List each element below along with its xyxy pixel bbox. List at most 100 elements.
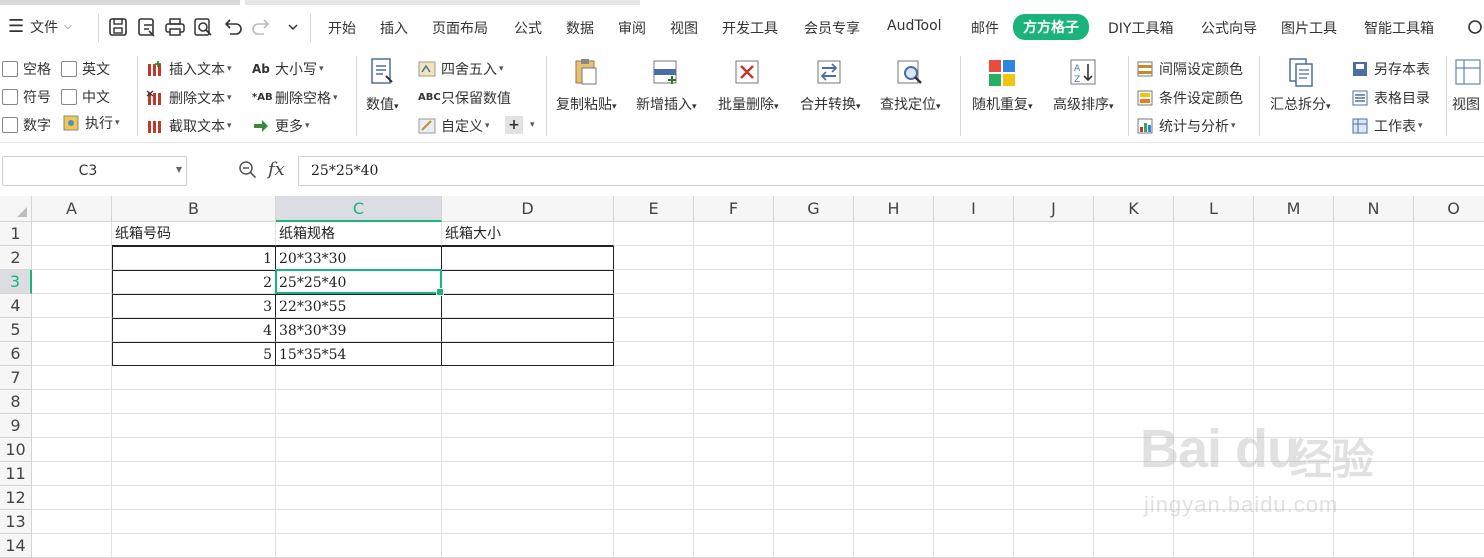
- column-header-c[interactable]: C: [276, 196, 442, 222]
- cell-d5[interactable]: [442, 318, 614, 342]
- tab-home[interactable]: 开始: [328, 18, 356, 38]
- cell-l3[interactable]: [1174, 270, 1254, 294]
- tab-member[interactable]: 会员专享: [804, 18, 860, 38]
- cell-b13[interactable]: [112, 510, 276, 534]
- undo-icon[interactable]: [221, 16, 243, 38]
- cell-g8[interactable]: [774, 390, 854, 414]
- cell-l14[interactable]: [1174, 534, 1254, 558]
- row-header-14[interactable]: 14: [0, 534, 32, 558]
- copy-paste-button[interactable]: 复制粘贴▾: [556, 56, 617, 114]
- cell-e11[interactable]: [614, 462, 694, 486]
- cell-i1[interactable]: [934, 222, 1014, 246]
- name-box[interactable]: C3 ▼: [2, 156, 187, 186]
- cell-o4[interactable]: [1414, 294, 1484, 318]
- cell-c11[interactable]: [276, 462, 442, 486]
- remove-space-button[interactable]: *AB 删除空格 ▾: [252, 88, 338, 108]
- tab-fangfanggezi[interactable]: 方方格子: [1013, 14, 1089, 40]
- cell-a8[interactable]: [32, 390, 112, 414]
- column-header-g[interactable]: G: [774, 196, 854, 222]
- cell-f1[interactable]: [694, 222, 774, 246]
- cell-o10[interactable]: [1414, 438, 1484, 462]
- cell-j6[interactable]: [1014, 342, 1094, 366]
- cell-c10[interactable]: [276, 438, 442, 462]
- cell-j3[interactable]: [1014, 270, 1094, 294]
- zoom-icon[interactable]: [238, 160, 258, 180]
- cell-h7[interactable]: [854, 366, 934, 390]
- cell-j8[interactable]: [1014, 390, 1094, 414]
- cell-o11[interactable]: [1414, 462, 1484, 486]
- cell-n2[interactable]: [1334, 246, 1414, 270]
- cell-k5[interactable]: [1094, 318, 1174, 342]
- cell-o12[interactable]: [1414, 486, 1484, 510]
- cell-h10[interactable]: [854, 438, 934, 462]
- cell-d1[interactable]: 纸箱大小: [442, 222, 614, 246]
- row-header-13[interactable]: 13: [0, 510, 32, 534]
- cell-n1[interactable]: [1334, 222, 1414, 246]
- column-header-n[interactable]: N: [1334, 196, 1414, 222]
- cell-o3[interactable]: [1414, 270, 1484, 294]
- cell-j10[interactable]: [1014, 438, 1094, 462]
- cell-d7[interactable]: [442, 366, 614, 390]
- cell-n5[interactable]: [1334, 318, 1414, 342]
- cell-c9[interactable]: [276, 414, 442, 438]
- cell-d11[interactable]: [442, 462, 614, 486]
- checkbox-icon[interactable]: [61, 89, 77, 105]
- checkbox-number[interactable]: 数字: [2, 115, 51, 135]
- cell-h1[interactable]: [854, 222, 934, 246]
- cell-d6[interactable]: [442, 342, 614, 366]
- cell-b12[interactable]: [112, 486, 276, 510]
- cell-f11[interactable]: [694, 462, 774, 486]
- checkbox-symbol[interactable]: 符号: [2, 87, 51, 107]
- column-header-b[interactable]: B: [112, 196, 276, 222]
- cell-j7[interactable]: [1014, 366, 1094, 390]
- cell-m6[interactable]: [1254, 342, 1334, 366]
- advanced-sort-button[interactable]: AZ 高级排序▾: [1053, 56, 1114, 114]
- cell-e3[interactable]: [614, 270, 694, 294]
- cell-l2[interactable]: [1174, 246, 1254, 270]
- cell-f7[interactable]: [694, 366, 774, 390]
- cell-o14[interactable]: [1414, 534, 1484, 558]
- cell-c8[interactable]: [276, 390, 442, 414]
- cell-h14[interactable]: [854, 534, 934, 558]
- cell-k4[interactable]: [1094, 294, 1174, 318]
- statistics-button[interactable]: 统计与分析 ▾: [1136, 116, 1236, 136]
- cell-b10[interactable]: [112, 438, 276, 462]
- file-menu[interactable]: ☰ 文件 ⌵: [8, 16, 72, 37]
- case-button[interactable]: Ab 大小写 ▾: [252, 59, 324, 79]
- cell-o8[interactable]: [1414, 390, 1484, 414]
- cell-e5[interactable]: [614, 318, 694, 342]
- find-locate-button[interactable]: 查找定位▾: [880, 56, 941, 114]
- column-header-o[interactable]: O: [1414, 196, 1484, 222]
- cell-j12[interactable]: [1014, 486, 1094, 510]
- cell-f3[interactable]: [694, 270, 774, 294]
- cell-g11[interactable]: [774, 462, 854, 486]
- column-header-l[interactable]: L: [1174, 196, 1254, 222]
- custom-button[interactable]: 自定义 ▾: [418, 116, 490, 136]
- delete-text-button[interactable]: 删除文本 ▾: [146, 88, 232, 108]
- worksheet-button[interactable]: 工作表 ▾: [1351, 116, 1423, 136]
- chevron-down-icon[interactable]: ⌵: [64, 21, 72, 32]
- cell-m7[interactable]: [1254, 366, 1334, 390]
- cell-h12[interactable]: [854, 486, 934, 510]
- cell-m4[interactable]: [1254, 294, 1334, 318]
- cell-i4[interactable]: [934, 294, 1014, 318]
- cell-m2[interactable]: [1254, 246, 1334, 270]
- cell-b5[interactable]: 4: [112, 318, 276, 342]
- interval-color-button[interactable]: 间隔设定颜色: [1136, 59, 1243, 79]
- cell-b2[interactable]: 1: [112, 246, 276, 270]
- tab-data[interactable]: 数据: [566, 18, 594, 38]
- cell-n4[interactable]: [1334, 294, 1414, 318]
- cell-e10[interactable]: [614, 438, 694, 462]
- cell-o7[interactable]: [1414, 366, 1484, 390]
- cell-d8[interactable]: [442, 390, 614, 414]
- cell-d4[interactable]: [442, 294, 614, 318]
- cell-g12[interactable]: [774, 486, 854, 510]
- cell-g6[interactable]: [774, 342, 854, 366]
- cell-d12[interactable]: [442, 486, 614, 510]
- cell-g1[interactable]: [774, 222, 854, 246]
- table-directory-button[interactable]: 表格目录: [1351, 88, 1430, 108]
- row-header-8[interactable]: 8: [0, 390, 32, 414]
- save-icon[interactable]: [107, 16, 129, 38]
- column-header-m[interactable]: M: [1254, 196, 1334, 222]
- cell-o1[interactable]: [1414, 222, 1484, 246]
